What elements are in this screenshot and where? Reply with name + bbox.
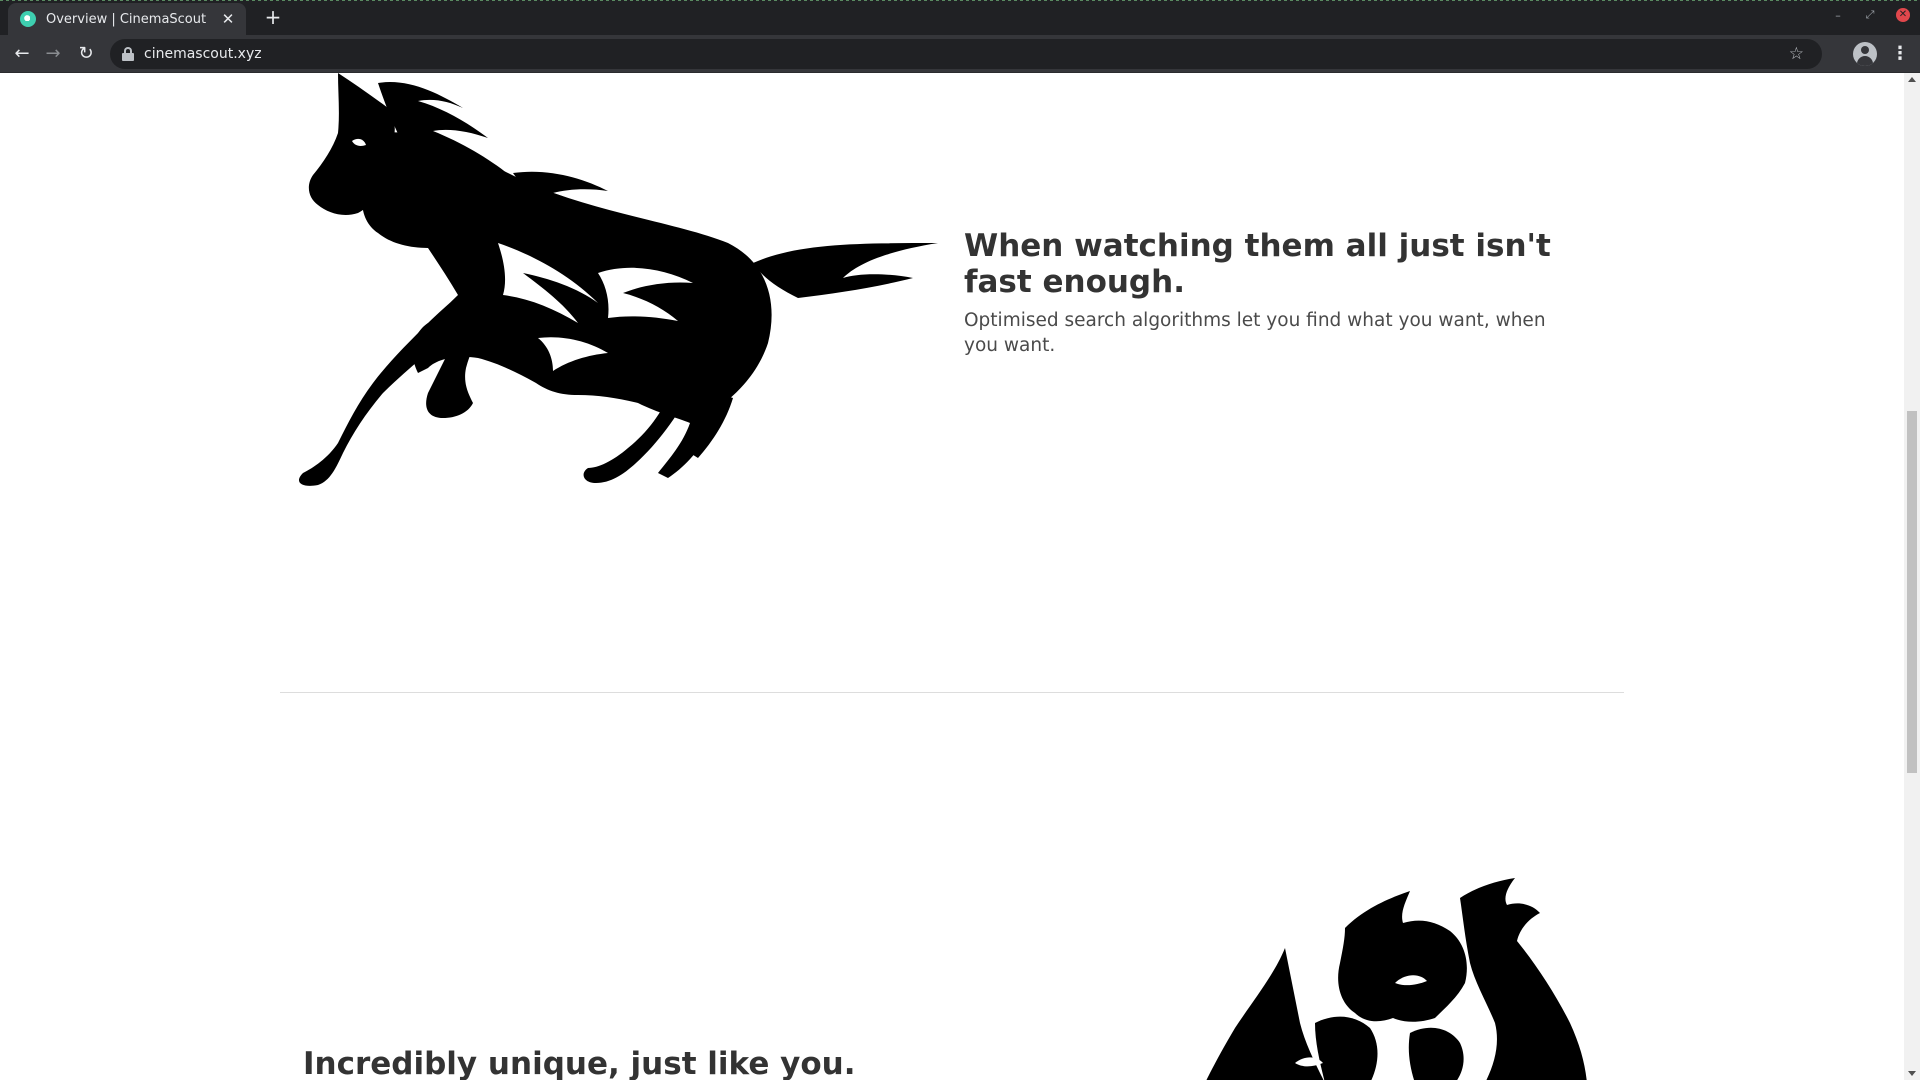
galloping-horse-illustration	[298, 73, 938, 486]
scroll-up-arrow-icon[interactable]	[1908, 77, 1916, 82]
tab-close-icon[interactable]: ✕	[220, 10, 236, 28]
tabstrip-accent-line	[0, 0, 1920, 1]
restore-button[interactable]: ⤢	[1864, 8, 1876, 22]
feature-unique: Incredibly unique, just like you.	[303, 1046, 1003, 1080]
feature-speed-heading: When watching them all just isn't fast e…	[964, 228, 1551, 300]
scrollbar-thumb[interactable]	[1907, 411, 1917, 773]
feature-unique-heading: Incredibly unique, just like you.	[303, 1046, 856, 1080]
close-window-button[interactable]: ✕	[1896, 8, 1910, 22]
browser-toolbar: ← → ↻ cinemascout.xyz ☆ ⋮	[0, 35, 1920, 73]
scroll-down-arrow-icon[interactable]	[1908, 1071, 1916, 1076]
back-button[interactable]: ←	[10, 42, 34, 66]
profile-icon[interactable]	[1853, 42, 1877, 66]
address-bar[interactable]: cinemascout.xyz ☆	[110, 39, 1822, 69]
browser-tab-active[interactable]: Overview | CinemaScout ✕	[8, 3, 246, 35]
menu-icon[interactable]: ⋮	[1890, 42, 1910, 66]
window-controls: – ⤢ ✕	[1832, 8, 1910, 22]
star-icon[interactable]: ☆	[1789, 44, 1804, 64]
cinemascout-logo-icon	[20, 11, 36, 27]
page-viewport: When watching them all just isn't fast e…	[0, 73, 1904, 1080]
lock-icon[interactable]	[122, 47, 134, 61]
tab-title: Overview | CinemaScout	[46, 11, 207, 27]
flame-creatures-illustration	[1206, 878, 1587, 1080]
forward-button[interactable]: →	[41, 42, 65, 66]
minimize-button[interactable]: –	[1832, 9, 1844, 22]
new-tab-button[interactable]: +	[262, 6, 284, 28]
browser-tabstrip: Overview | CinemaScout ✕ + – ⤢ ✕	[0, 0, 1920, 35]
section-divider	[280, 692, 1624, 693]
feature-speed-description: Optimised search algorithms let you find…	[964, 310, 1546, 356]
address-bar-url[interactable]: cinemascout.xyz	[144, 46, 262, 62]
page-scrollbar[interactable]	[1904, 73, 1920, 1080]
feature-speed: When watching them all just isn't fast e…	[964, 228, 1564, 358]
reload-button[interactable]: ↻	[74, 42, 98, 66]
